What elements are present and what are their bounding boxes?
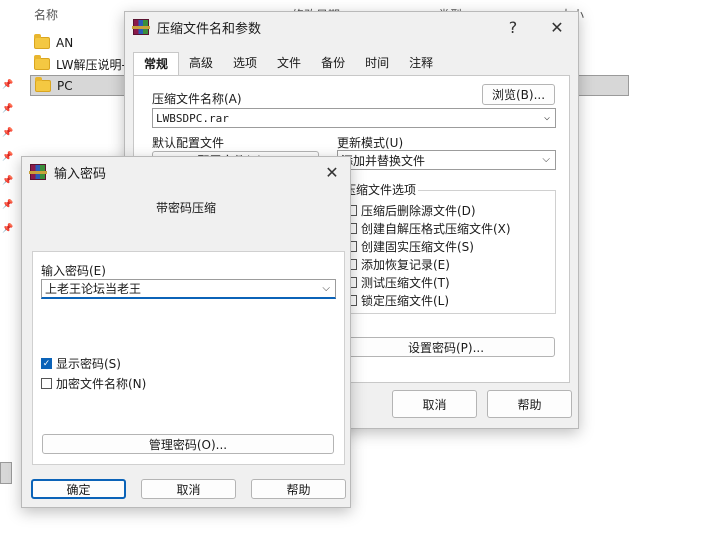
file-name: PC — [57, 78, 73, 93]
pin-icon[interactable]: 📌 — [2, 104, 13, 114]
update-mode-value: 添加并替换文件 — [341, 153, 426, 168]
tab-general[interactable]: 常规 — [133, 52, 180, 76]
password-value: 上老王论坛当老王 — [45, 282, 142, 296]
option-label: 锁定压缩文件(L) — [361, 294, 450, 308]
cancel-button[interactable]: 取消 — [141, 479, 236, 499]
encrypt-filenames-label: 加密文件名称(N) — [56, 377, 147, 391]
winrar-icon — [29, 164, 47, 180]
list-item-an[interactable]: AN — [34, 33, 134, 53]
folder-icon — [34, 34, 50, 49]
pin-icon[interactable]: 📌 — [2, 152, 13, 162]
title-bar: 输入密码 ✕ — [22, 157, 350, 187]
archive-name-combo[interactable]: LWBSDPC.rar ⌵ — [152, 108, 556, 128]
folder-icon — [35, 76, 51, 92]
checkbox[interactable] — [41, 378, 52, 389]
folder-icon — [34, 55, 50, 70]
title-bar: 压缩文件名和参数 ? ✕ — [125, 12, 578, 42]
show-password-label: 显示密码(S) — [56, 357, 121, 371]
option-recovery-record[interactable]: 添加恢复记录(E) — [346, 256, 450, 273]
chevron-down-icon[interactable]: ⌵ — [322, 282, 330, 293]
list-item-lw[interactable]: LW解压说明- — [34, 54, 134, 74]
checkbox-checked[interactable]: ✓ — [41, 358, 52, 369]
browse-button[interactable]: 浏览(B)... — [482, 84, 555, 105]
set-password-button[interactable]: 设置密码(P)... — [337, 337, 555, 357]
dialog-title: 输入密码 — [54, 166, 107, 182]
help-title-button[interactable]: ? — [493, 12, 533, 42]
option-test[interactable]: 测试压缩文件(T) — [346, 274, 450, 291]
close-icon[interactable]: ✕ — [537, 12, 577, 42]
list-selection-edge — [0, 462, 12, 484]
option-label: 创建固实压缩文件(S) — [361, 240, 474, 254]
close-icon[interactable]: ✕ — [314, 157, 350, 187]
pin-icon[interactable]: 📌 — [2, 128, 13, 138]
help-button[interactable]: 帮助 — [487, 390, 572, 418]
pin-icon[interactable]: 📌 — [2, 176, 13, 186]
option-label: 创建自解压格式压缩文件(X) — [361, 222, 511, 236]
chevron-down-icon[interactable]: ⌵ — [542, 154, 550, 165]
archive-name-value: LWBSDPC.rar — [156, 111, 229, 125]
file-name: AN — [56, 36, 74, 50]
password-dialog-subtitle: 带密码压缩 — [155, 201, 216, 215]
tab-files[interactable]: 文件 — [267, 52, 311, 74]
password-label: 输入密码(E) — [41, 264, 106, 278]
archive-name-label: 压缩文件名称(A) — [152, 92, 242, 106]
default-profile-label: 默认配置文件 — [152, 136, 225, 150]
option-label: 压缩后删除源文件(D) — [361, 204, 476, 218]
file-name: LW解压说明- — [56, 57, 126, 72]
option-solid[interactable]: 创建固实压缩文件(S) — [346, 238, 474, 255]
encrypt-filenames-option[interactable]: 加密文件名称(N) — [41, 375, 146, 392]
tab-advanced[interactable]: 高级 — [179, 52, 223, 74]
option-label: 添加恢复记录(E) — [361, 258, 450, 272]
ok-button[interactable]: 确定 — [31, 479, 126, 499]
pin-icon[interactable]: 📌 — [2, 224, 13, 234]
show-password-option[interactable]: ✓ 显示密码(S) — [41, 355, 121, 372]
tab-time[interactable]: 时间 — [355, 52, 399, 74]
pin-icon[interactable]: 📌 — [2, 80, 13, 90]
dialog-title: 压缩文件名和参数 — [157, 21, 262, 37]
manage-passwords-button[interactable]: 管理密码(O)... — [42, 434, 334, 454]
tab-bar: 常规 高级 选项 文件 备份 时间 注释 — [133, 52, 443, 76]
winrar-icon — [132, 19, 150, 35]
chevron-down-icon[interactable]: ⌵ — [544, 112, 550, 123]
update-mode-select[interactable]: 添加并替换文件 ⌵ — [337, 150, 556, 170]
tab-backup[interactable]: 备份 — [311, 52, 355, 74]
update-mode-label: 更新模式(U) — [337, 136, 404, 150]
tab-options[interactable]: 选项 — [223, 52, 267, 74]
column-header-name[interactable]: 名称 — [34, 6, 58, 23]
password-dialog: 输入密码 ✕ 带密码压缩 输入密码(E) 上老王论坛当老王 ⌵ ✓ 显示密码(S… — [21, 156, 351, 508]
archive-options-label: 压缩文件选项 — [342, 181, 419, 198]
password-panel: 输入密码(E) 上老王论坛当老王 ⌵ ✓ 显示密码(S) 加密文件名称(N) 管… — [32, 251, 345, 465]
tab-comment[interactable]: 注释 — [399, 52, 443, 74]
option-delete-after[interactable]: 压缩后删除源文件(D) — [346, 202, 476, 219]
help-button[interactable]: 帮助 — [251, 479, 346, 499]
option-lock[interactable]: 锁定压缩文件(L) — [346, 292, 449, 309]
password-combo[interactable]: 上老王论坛当老王 ⌵ — [41, 279, 336, 299]
pin-icon[interactable]: 📌 — [2, 200, 13, 210]
cancel-button[interactable]: 取消 — [392, 390, 477, 418]
option-sfx[interactable]: 创建自解压格式压缩文件(X) — [346, 220, 511, 237]
option-label: 测试压缩文件(T) — [361, 276, 450, 290]
